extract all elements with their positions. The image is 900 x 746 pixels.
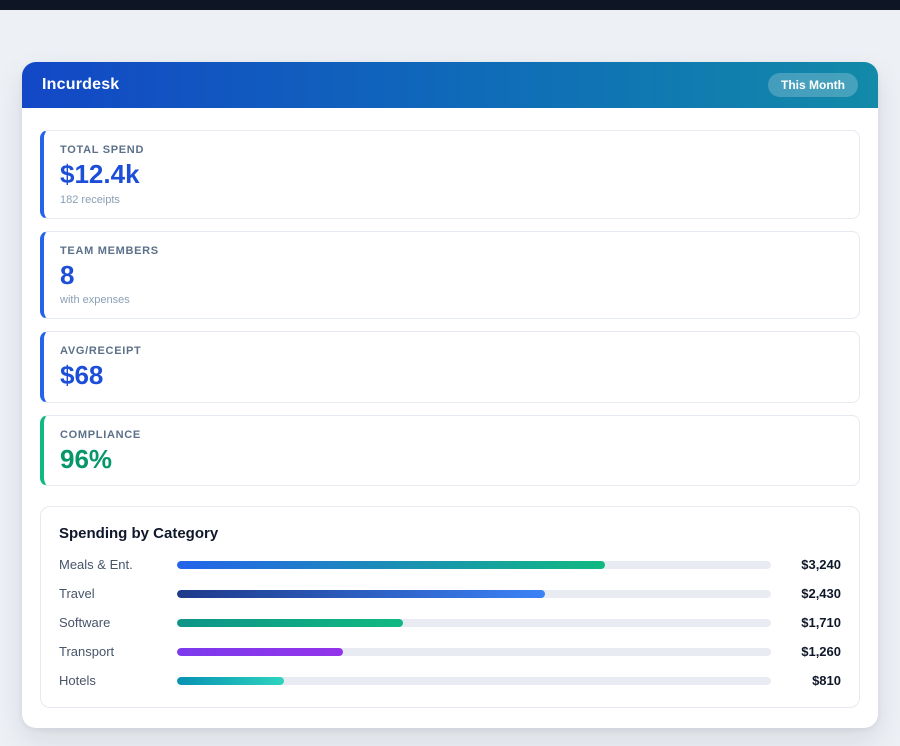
top-bar bbox=[0, 0, 900, 10]
category-label: Software bbox=[59, 615, 177, 630]
chart-title: Spending by Category bbox=[59, 525, 841, 542]
chart-row-transport: Transport $1,260 bbox=[59, 643, 841, 660]
stat-label: AVG/RECEIPT bbox=[60, 345, 843, 357]
category-label: Travel bbox=[59, 586, 177, 601]
dashboard-content: TOTAL SPEND $12.4k 182 receipts TEAM MEM… bbox=[22, 108, 878, 728]
category-label: Meals & Ent. bbox=[59, 557, 177, 572]
stat-subtext: 182 receipts bbox=[60, 194, 843, 206]
bar-track bbox=[177, 590, 771, 598]
chart-row-travel: Travel $2,430 bbox=[59, 585, 841, 602]
app-title: Incurdesk bbox=[42, 76, 119, 94]
category-label: Transport bbox=[59, 644, 177, 659]
stat-label: TOTAL SPEND bbox=[60, 144, 843, 156]
period-selector-badge[interactable]: This Month bbox=[768, 73, 858, 97]
spending-by-category-chart: Spending by Category Meals & Ent. $3,240… bbox=[40, 506, 860, 708]
category-value: $1,260 bbox=[771, 644, 841, 659]
bar-track bbox=[177, 619, 771, 627]
chart-row-hotels: Hotels $810 bbox=[59, 672, 841, 689]
stat-value: $68 bbox=[60, 361, 843, 390]
chart-row-software: Software $1,710 bbox=[59, 614, 841, 631]
bar-track bbox=[177, 648, 771, 656]
stat-card-total-spend: TOTAL SPEND $12.4k 182 receipts bbox=[40, 130, 860, 219]
stat-card-avg-receipt: AVG/RECEIPT $68 bbox=[40, 331, 860, 403]
stat-card-team-members: TEAM MEMBERS 8 with expenses bbox=[40, 231, 860, 320]
category-label: Hotels bbox=[59, 673, 177, 688]
category-value: $810 bbox=[771, 673, 841, 688]
app-header: Incurdesk This Month bbox=[22, 62, 878, 108]
stat-card-compliance: COMPLIANCE 96% bbox=[40, 415, 860, 487]
category-value: $3,240 bbox=[771, 557, 841, 572]
stat-label: COMPLIANCE bbox=[60, 429, 843, 441]
bar-fill-hotels bbox=[177, 677, 284, 685]
stat-subtext: with expenses bbox=[60, 294, 843, 306]
chart-row-meals: Meals & Ent. $3,240 bbox=[59, 556, 841, 573]
bar-fill-travel bbox=[177, 590, 545, 598]
bar-track bbox=[177, 561, 771, 569]
bar-fill-meals bbox=[177, 561, 605, 569]
stat-label: TEAM MEMBERS bbox=[60, 245, 843, 257]
bar-track bbox=[177, 677, 771, 685]
stat-value: $12.4k bbox=[60, 160, 843, 189]
bar-fill-software bbox=[177, 619, 403, 627]
stat-value: 96% bbox=[60, 445, 843, 474]
category-value: $1,710 bbox=[771, 615, 841, 630]
dashboard-card: Incurdesk This Month TOTAL SPEND $12.4k … bbox=[22, 62, 878, 728]
category-value: $2,430 bbox=[771, 586, 841, 601]
bar-fill-transport bbox=[177, 648, 343, 656]
stat-value: 8 bbox=[60, 261, 843, 290]
